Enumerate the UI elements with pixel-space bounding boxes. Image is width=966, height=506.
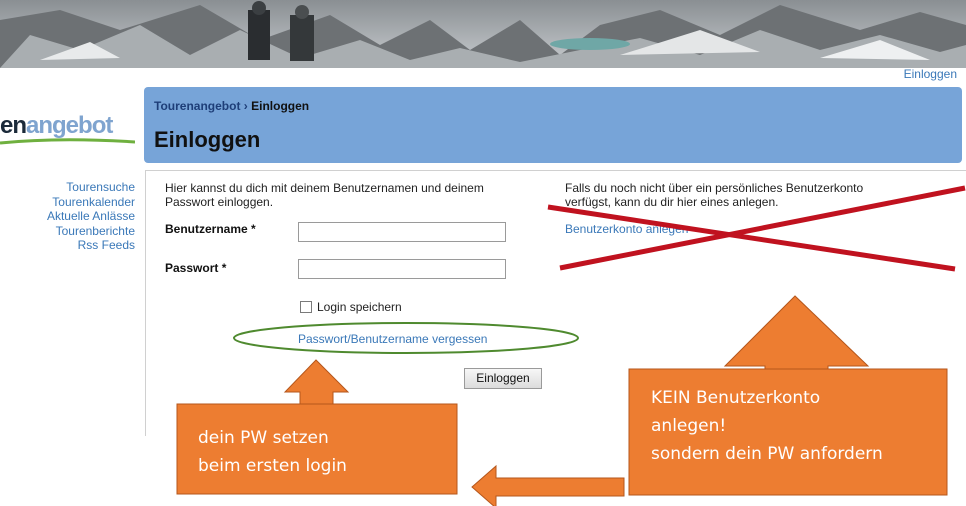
highlight-ellipse xyxy=(233,322,579,354)
left-arrow xyxy=(471,464,625,506)
cross-out-line-2 xyxy=(559,185,966,271)
up-arrow-left xyxy=(283,359,350,407)
up-arrow-right xyxy=(723,295,870,379)
annotation-text-left: dein PW setzen beim ersten login xyxy=(198,428,347,476)
annotation-text-right: KEIN Benutzerkonto anlegen! sondern dein… xyxy=(651,388,883,464)
